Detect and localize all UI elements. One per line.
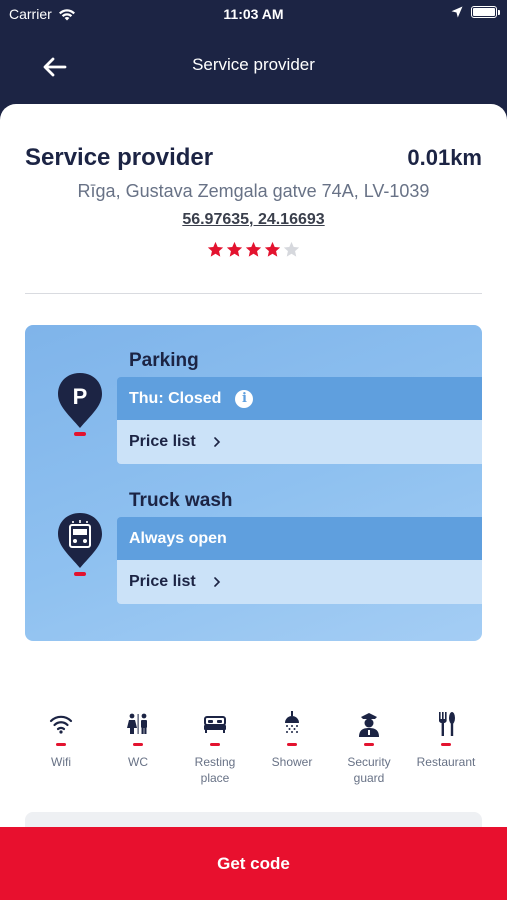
coordinates-row: 56.97635, 24.16693 [0, 211, 507, 229]
navigation-bar: Service provider [0, 28, 507, 104]
get-code-button[interactable]: Get code [0, 827, 507, 900]
star-filled-icon [245, 241, 262, 257]
price-list-label: Price list [129, 573, 196, 590]
shower-icon [285, 711, 299, 733]
wc-icon [127, 713, 147, 734]
wifi-icon [49, 715, 73, 734]
amenity-restaurant: Restaurant [410, 711, 482, 786]
location-arrow-icon [451, 6, 463, 18]
service-truck-wash: Truck wash Always open Price list [25, 465, 482, 605]
service-status: Always open [129, 529, 227, 547]
star-filled-icon [226, 241, 243, 257]
amenity-label: Wifi [51, 755, 71, 769]
truck-wash-pin-icon [58, 513, 102, 576]
service-status: Thu: Closed [129, 389, 222, 407]
parking-pin-icon: P [58, 373, 102, 436]
service-status-row: Always open [117, 517, 482, 560]
clock: 11:03 AM [223, 6, 284, 22]
provider-header: Service provider 0.01km [25, 144, 482, 172]
battery-icon [471, 6, 500, 18]
restaurant-icon [439, 712, 455, 736]
chevron-right-icon [213, 577, 220, 587]
info-icon[interactable]: i [235, 389, 254, 408]
amenity-resting-place: Resting place [179, 711, 251, 786]
security-guard-icon [359, 713, 379, 737]
divider [25, 293, 482, 294]
price-list-label: Price list [129, 433, 196, 450]
bed-icon [204, 716, 226, 733]
coordinates-link[interactable]: 56.97635, 24.16693 [182, 211, 324, 228]
amenity-shower: Shower [256, 711, 328, 786]
services-panel: P Parking Thu: Closed i Price list Truck… [25, 325, 482, 641]
service-status-row: Thu: Closed i [117, 377, 482, 420]
provider-sheet: Service provider 0.01km Rīga, Gustava Ze… [0, 104, 507, 900]
nav-title: Service provider [192, 55, 315, 74]
status-bar: Carrier 11:03 AM [0, 0, 507, 28]
provider-name: Service provider [25, 144, 214, 171]
star-filled-icon [207, 241, 224, 257]
provider-distance: 0.01km [407, 145, 482, 170]
star-empty-icon [283, 241, 300, 257]
service-name: Parking [129, 350, 199, 371]
amenity-label: Restaurant [416, 755, 476, 769]
service-parking: P Parking Thu: Closed i Price list [25, 325, 482, 465]
amenity-wc: WC [102, 711, 174, 786]
amenity-label: Security guard [347, 755, 391, 785]
status-right [451, 6, 500, 18]
rating-stars [0, 241, 507, 258]
chevron-right-icon [213, 437, 220, 447]
price-list-button[interactable]: Price list [117, 560, 482, 604]
amenity-label: Resting place [194, 755, 236, 785]
amenity-wifi: Wifi [25, 711, 97, 786]
provider-address: Rīga, Gustava Zemgala gatve 74A, LV-1039 [77, 181, 430, 201]
star-filled-icon [264, 241, 281, 257]
amenity-label: WC [128, 755, 148, 769]
amenities-row: Wifi WC Resting place Shower Security gu… [25, 711, 482, 786]
service-name: Truck wash [129, 490, 233, 511]
amenity-label: Shower [271, 755, 313, 769]
price-list-button[interactable]: Price list [117, 420, 482, 464]
svg-text:P: P [73, 384, 88, 409]
amenity-security-guard: Security guard [333, 711, 405, 786]
